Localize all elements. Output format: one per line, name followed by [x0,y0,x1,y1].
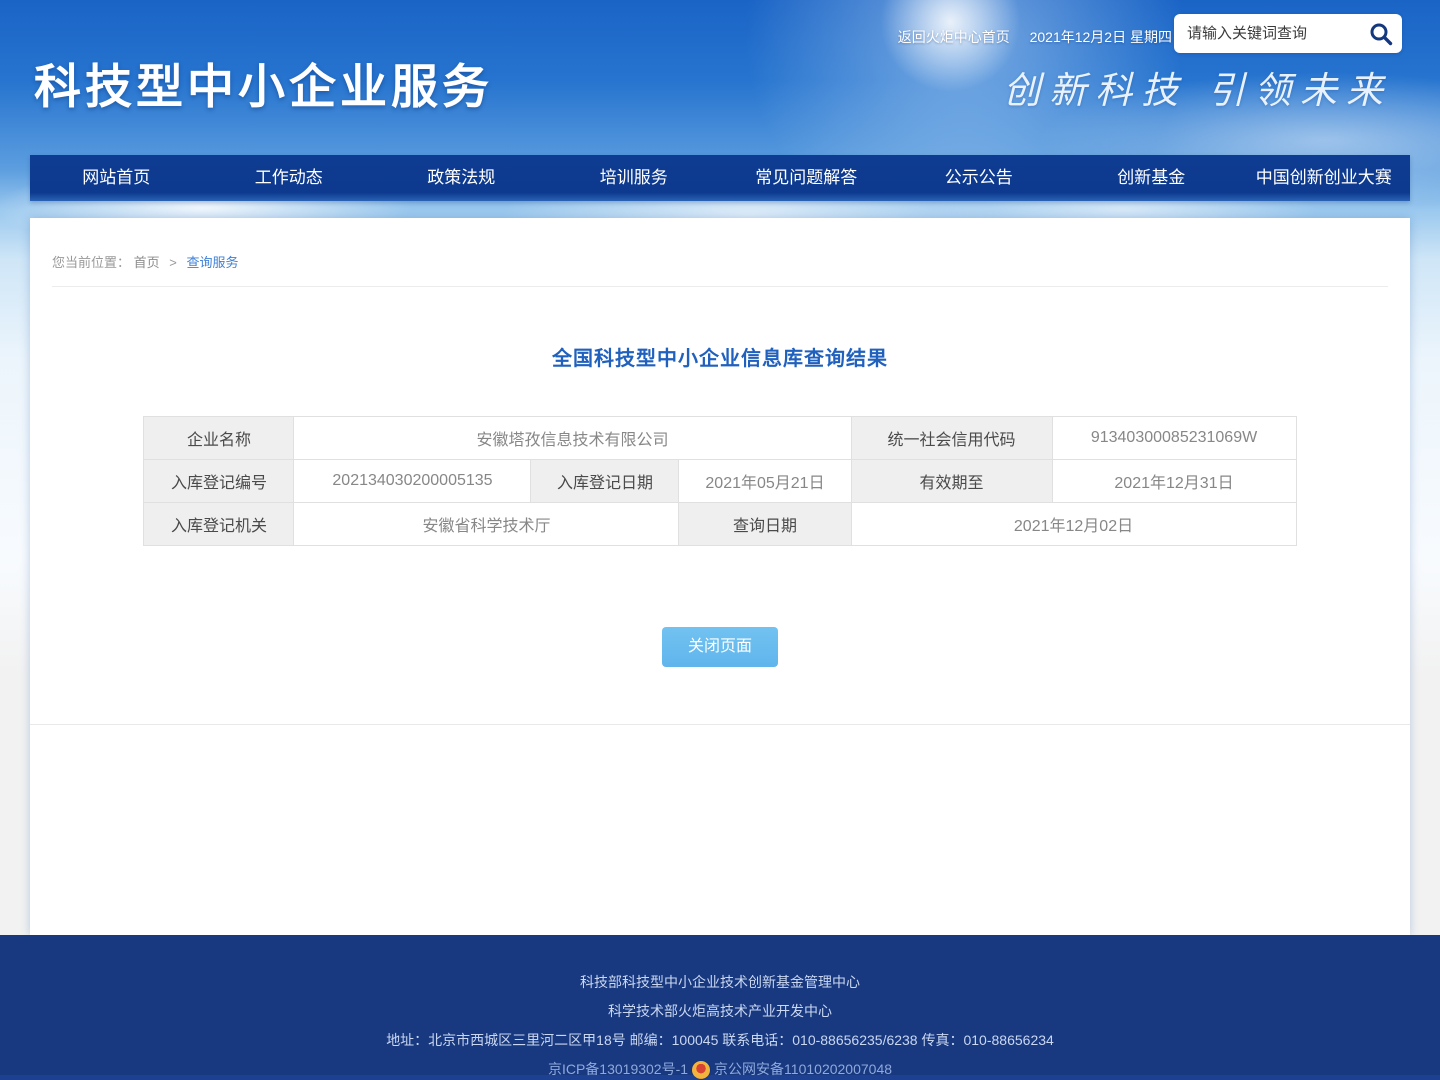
breadcrumb-separator: > [169,255,177,270]
search-icon[interactable] [1368,21,1394,47]
label-company-name: 企业名称 [144,417,294,460]
nav-item-competition[interactable]: 中国创新创业大赛 [1238,155,1411,201]
main-card: 您当前位置： 首页 > 查询服务 全国科技型中小企业信息库查询结果 企业名称 安… [30,218,1410,935]
footer-address-line: 地址：北京市西城区三里河二区甲18号 邮编：100045 联系电话：010-88… [0,1026,1440,1055]
nav-item-announcements[interactable]: 公示公告 [893,155,1066,201]
value-registration-number: 202134030200005135 [294,460,531,503]
nav-item-work-news[interactable]: 工作动态 [203,155,376,201]
label-credit-code: 统一社会信用代码 [851,417,1052,460]
table-row: 入库登记编号 202134030200005135 入库登记日期 2021年05… [144,460,1296,503]
footer-org-line1: 科技部科技型中小企业技术创新基金管理中心 [0,968,1440,997]
site-header: 科技型中小企业服务 返回火炬中心首页 2021年12月2日 星期四 创新科技 引… [0,0,1440,155]
current-date: 2021年12月2日 星期四 [1030,29,1172,45]
footer-icp-line: 京ICP备13019302号-1 京公网安备11010202007048 [0,1055,1440,1080]
site-logo: 科技型中小企业服务 [34,48,493,117]
slogan-text: 创新科技 引领未来 [1003,60,1392,114]
main-nav: 网站首页 工作动态 政策法规 培训服务 常见问题解答 公示公告 创新基金 中国创… [30,155,1410,201]
result-table: 企业名称 安徽塔孜信息技术有限公司 统一社会信用代码 9134030008523… [143,416,1296,546]
label-registration-authority: 入库登记机关 [144,503,294,546]
site-footer: 科技部科技型中小企业技术创新基金管理中心 科学技术部火炬高技术产业开发中心 地址… [0,935,1440,1080]
breadcrumb-divider [52,286,1388,287]
label-registration-date: 入库登记日期 [531,460,679,503]
police-record-link[interactable]: 京公网安备11010202007048 [714,1055,892,1080]
nav-item-faq[interactable]: 常见问题解答 [720,155,893,201]
table-row: 企业名称 安徽塔孜信息技术有限公司 统一社会信用代码 9134030008523… [144,417,1296,460]
footer-org-line2: 科学技术部火炬高技术产业开发中心 [0,997,1440,1026]
nav-item-home[interactable]: 网站首页 [30,155,203,201]
police-badge-icon [692,1061,710,1079]
nav-item-training[interactable]: 培训服务 [548,155,721,201]
page-title: 全国科技型中小企业信息库查询结果 [30,342,1410,371]
page: 科技型中小企业服务 返回火炬中心首页 2021年12月2日 星期四 创新科技 引… [0,0,1440,1080]
close-page-button[interactable]: 关闭页面 [662,627,778,667]
value-query-date: 2021年12月02日 [851,503,1296,546]
button-row: 关闭页面 [30,627,1410,667]
search-box [1174,14,1402,53]
breadcrumb-current-link[interactable]: 查询服务 [187,255,239,270]
breadcrumb: 您当前位置： 首页 > 查询服务 [30,218,1410,286]
icp-license-link[interactable]: 京ICP备13019302号-1 [548,1055,688,1080]
label-valid-until: 有效期至 [851,460,1052,503]
label-query-date: 查询日期 [679,503,851,546]
value-registration-date: 2021年05月21日 [679,460,851,503]
value-credit-code: 91340300085231069W [1052,417,1296,460]
breadcrumb-prefix: 您当前位置： [52,255,130,270]
value-registration-authority: 安徽省科学技术厅 [294,503,679,546]
value-company-name: 安徽塔孜信息技术有限公司 [294,417,851,460]
header-top-links: 返回火炬中心首页 2021年12月2日 星期四 [898,27,1172,47]
breadcrumb-home-link[interactable]: 首页 [134,255,160,270]
table-row: 入库登记机关 安徽省科学技术厅 查询日期 2021年12月02日 [144,503,1296,546]
nav-item-policies[interactable]: 政策法规 [375,155,548,201]
return-torch-home-link[interactable]: 返回火炬中心首页 [898,29,1010,45]
value-valid-until: 2021年12月31日 [1052,460,1296,503]
nav-item-innovation-fund[interactable]: 创新基金 [1065,155,1238,201]
result-content: 全国科技型中小企业信息库查询结果 企业名称 安徽塔孜信息技术有限公司 统一社会信… [30,342,1410,725]
label-registration-number: 入库登记编号 [144,460,294,503]
